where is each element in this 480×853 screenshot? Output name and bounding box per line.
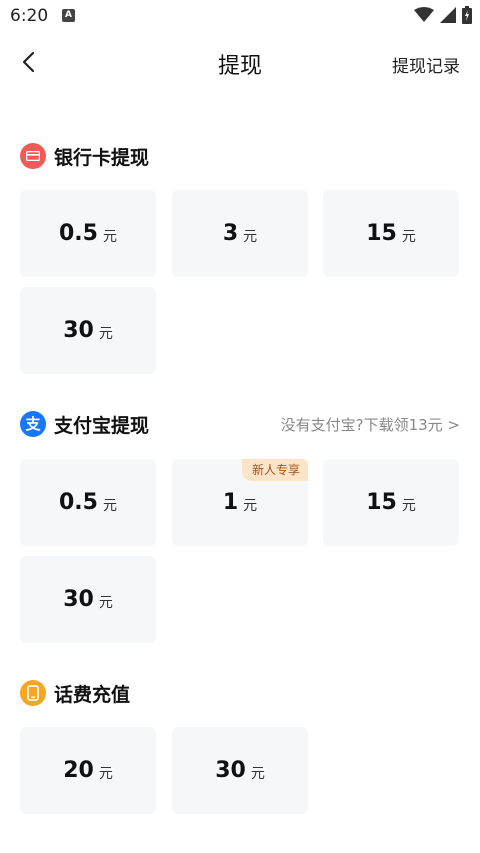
unit: 元 (98, 595, 113, 611)
amount: 1 (222, 490, 239, 515)
unit: 元 (250, 766, 265, 782)
section-title: 话费充值 (54, 683, 131, 706)
amount: 0.5 (59, 490, 98, 515)
unit: 元 (243, 229, 258, 245)
amount: 0.5 (59, 221, 98, 246)
section-bank-card: 银行卡提现 (20, 141, 460, 171)
amount: 30 (63, 587, 94, 612)
alipay-option-15[interactable]: 15 元 (323, 459, 459, 546)
bank-option-15[interactable]: 15 元 (323, 190, 459, 277)
unit: 元 (243, 498, 258, 514)
alipay-option-0.5[interactable]: 0.5 元 (20, 459, 156, 546)
new-user-badge: 新人专享 (241, 459, 308, 481)
nav-bar: 提现 提现记录 (0, 38, 480, 86)
chevron-left-icon (22, 51, 35, 73)
bank-option-3[interactable]: 3元 (172, 190, 308, 277)
topup-option-30[interactable]: 30 元 (172, 727, 308, 814)
alipay-option-30[interactable]: 30 元 (20, 556, 156, 643)
withdraw-history-link[interactable]: 提现记录 (392, 52, 460, 77)
section-phone-topup: 话费充值 (20, 678, 460, 708)
section-title: 支付宝提现 (54, 414, 150, 437)
section-alipay: 支 支付宝提现 没有支付宝?下载领13元 > (20, 409, 460, 439)
status-bar: 6:20 A (0, 0, 480, 32)
amount: 30 (215, 758, 246, 783)
status-time: 6:20 (10, 6, 49, 26)
unit: 元 (401, 498, 416, 514)
unit: 元 (98, 766, 113, 782)
alipay-option-1[interactable]: 新人专享 1元 (172, 459, 308, 546)
section-title: 银行卡提现 (54, 146, 150, 169)
signal-icon (440, 7, 456, 23)
amount: 30 (63, 318, 94, 343)
download-alipay-link[interactable]: 没有支付宝?下载领13元 > (281, 414, 460, 435)
alipay-icon: 支 (20, 411, 46, 437)
amount: 15 (366, 490, 397, 515)
notification-icon: A (62, 9, 75, 22)
card-icon (20, 143, 46, 169)
topup-option-20[interactable]: 20 元 (20, 727, 156, 814)
phone-icon (20, 680, 46, 706)
unit: 元 (102, 229, 117, 245)
bank-option-30[interactable]: 30 元 (20, 287, 156, 374)
unit: 元 (98, 326, 113, 342)
amount: 20 (63, 758, 94, 783)
unit: 元 (102, 498, 117, 514)
battery-icon (462, 6, 472, 24)
amount: 15 (366, 221, 397, 246)
amount: 3 (222, 221, 239, 246)
bank-option-0.5[interactable]: 0.5 元 (20, 190, 156, 277)
unit: 元 (401, 229, 416, 245)
wifi-icon (414, 7, 434, 22)
status-icons (414, 6, 472, 24)
back-button[interactable] (14, 46, 42, 78)
